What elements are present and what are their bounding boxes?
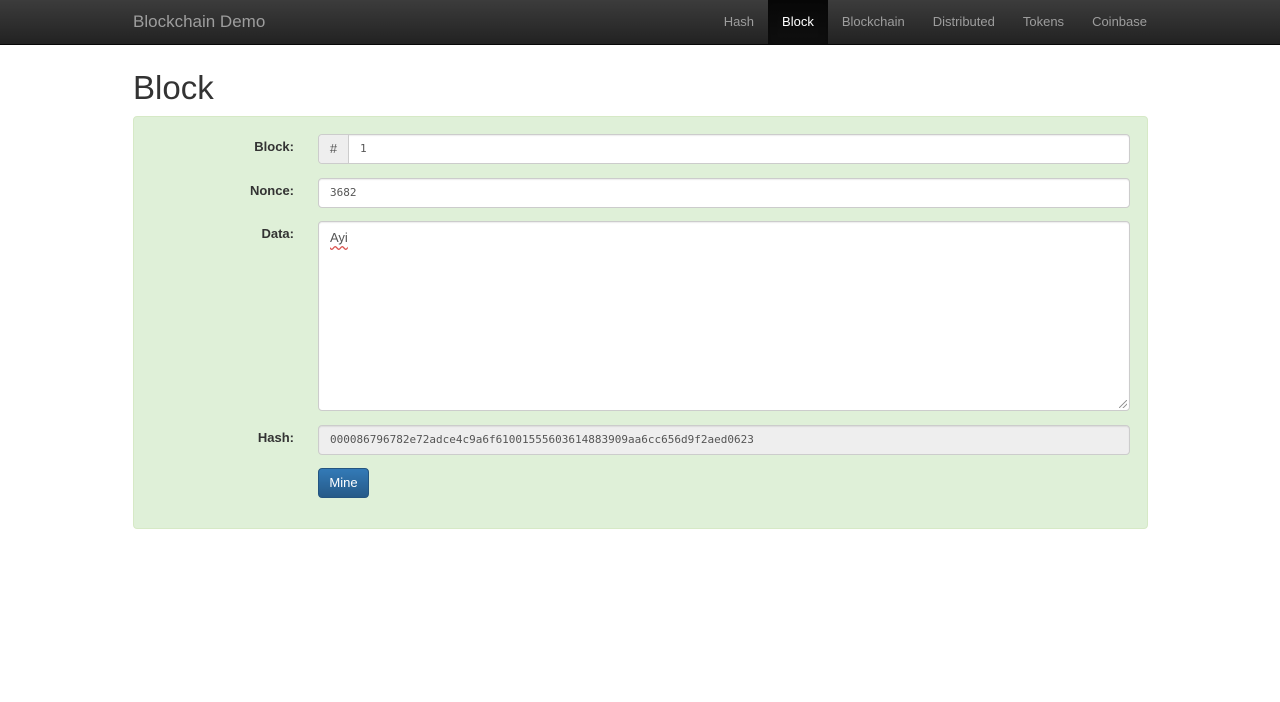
block-number-input[interactable]: 1 [349,135,367,163]
nav-item-coinbase[interactable]: Coinbase [1078,0,1161,44]
resize-grip-icon[interactable] [1119,400,1127,408]
data-text: Ayi [330,230,348,245]
nav-menu: Hash Block Blockchain Distributed Tokens… [710,0,1161,44]
page-title: Block [133,69,214,106]
hash-output-field: 000086796782e72adce4c9a6f610015556036148… [318,425,1130,455]
block-number-input-group: # 1 [318,134,1130,164]
hash-sign-addon: # [319,135,349,163]
top-navbar: Blockchain Demo Hash Block Blockchain Di… [0,0,1280,45]
nav-item-block[interactable]: Block [768,0,828,44]
nonce-input[interactable]: 3682 [318,178,1130,208]
nav-item-hash[interactable]: Hash [710,0,768,44]
nonce-label: Nonce: [249,183,294,198]
nav-item-blockchain[interactable]: Blockchain [828,0,919,44]
block-form-panel: Block: # 1 Nonce: 3682 Data: Ayi Hash: 0… [133,116,1148,529]
data-label: Data: [261,226,294,241]
brand-link[interactable]: Blockchain Demo [133,12,265,32]
data-textarea[interactable]: Ayi [318,221,1130,411]
nav-item-tokens[interactable]: Tokens [1009,0,1078,44]
nav-item-distributed[interactable]: Distributed [919,0,1009,44]
block-label: Block: [254,139,294,154]
hash-label: Hash: [257,430,294,445]
mine-button[interactable]: Mine [318,468,369,498]
